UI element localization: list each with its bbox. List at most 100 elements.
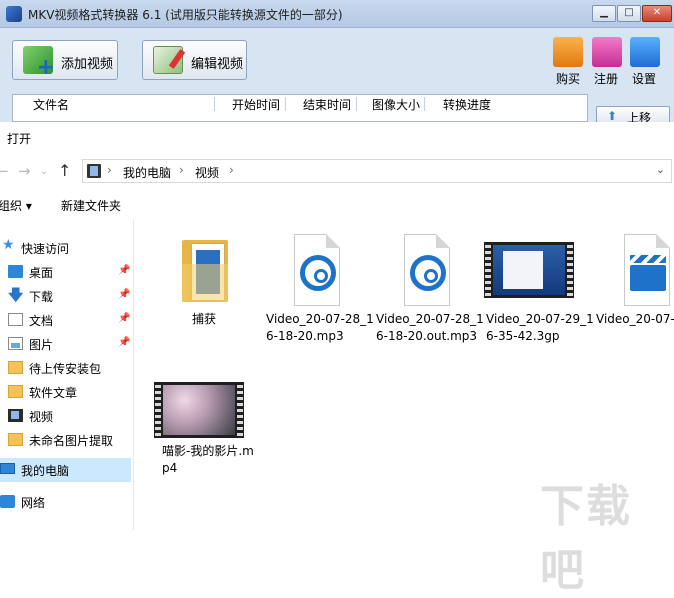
nav-documents[interactable]: 文档 📌 bbox=[0, 308, 131, 332]
file-name: Video_20-07-28_16-18-20.mp3 bbox=[266, 312, 374, 343]
nav-label: 我的电脑 bbox=[21, 464, 70, 478]
register-label[interactable]: 注册 bbox=[594, 70, 618, 87]
file-item[interactable]: Video_20-07-29_16-35-42.3gp bbox=[480, 222, 594, 343]
folder-icon bbox=[8, 385, 23, 398]
nav-label: 图片 bbox=[29, 338, 54, 352]
watermark-logo: 下载吧 bbox=[540, 481, 632, 596]
star-icon: ★ bbox=[2, 237, 15, 253]
column-separator bbox=[285, 97, 286, 111]
crumb-separator[interactable]: › bbox=[229, 163, 234, 177]
column-start-time[interactable]: 开始时间 bbox=[232, 96, 280, 113]
column-separator bbox=[214, 97, 215, 111]
forward-arrow-icon[interactable]: → bbox=[18, 162, 31, 180]
file-item[interactable]: Video_20-07-28_16-18-20.out.mp3 bbox=[370, 222, 484, 343]
crumb-videos[interactable]: 视频 bbox=[195, 164, 219, 181]
nav-folder-upload[interactable]: 待上传安装包 bbox=[0, 356, 131, 380]
navigation-bar: ← → ⌄ ↑ › 我的电脑 › 视频 › ⌄ bbox=[0, 158, 674, 186]
file-item[interactable]: Video_20-07-29_16-35-42.avi bbox=[590, 222, 674, 342]
pin-icon[interactable]: 📌 bbox=[118, 337, 130, 348]
nav-label: 软件文章 bbox=[29, 386, 78, 400]
folder-icon bbox=[8, 361, 23, 374]
column-separator bbox=[424, 97, 425, 111]
crumb-my-computer[interactable]: 我的电脑 bbox=[123, 164, 171, 181]
new-folder-button[interactable]: 新建文件夹 bbox=[61, 197, 121, 214]
cart-icon[interactable] bbox=[553, 37, 583, 67]
nav-folder-articles[interactable]: 软件文章 bbox=[0, 380, 131, 404]
recent-dropdown-icon[interactable]: ⌄ bbox=[40, 166, 48, 177]
edit-video-button[interactable]: 编辑视频 bbox=[142, 40, 247, 80]
network-icon bbox=[0, 495, 15, 508]
settings-label[interactable]: 设置 bbox=[632, 70, 656, 87]
title-bar: MKV视频格式转换器 6.1 (试用版只能转换源文件的一部分) ▁ □ ✕ bbox=[0, 0, 674, 28]
video-file-icon bbox=[610, 234, 674, 306]
video-thumbnail bbox=[484, 234, 578, 306]
column-separator bbox=[356, 97, 357, 111]
settings-icon[interactable] bbox=[630, 37, 660, 67]
file-name: 捕获 bbox=[191, 312, 216, 326]
address-bar[interactable]: › 我的电脑 › 视频 › ⌄ bbox=[82, 159, 672, 183]
file-item[interactable]: 喵影-我的影片.mp4 bbox=[148, 370, 260, 490]
nav-label: 待上传安装包 bbox=[29, 362, 102, 376]
file-item[interactable]: 捕获 bbox=[148, 222, 260, 342]
lock-icon[interactable] bbox=[592, 37, 622, 67]
converter-window: MKV视频格式转换器 6.1 (试用版只能转换源文件的一部分) ▁ □ ✕ 添加… bbox=[0, 0, 674, 126]
up-arrow-icon: ⬆ bbox=[607, 109, 618, 123]
nav-quick-access[interactable]: ★ 快速访问 bbox=[0, 236, 131, 260]
nav-label: 网络 bbox=[21, 496, 46, 510]
organize-menu[interactable]: 组织 ▾ bbox=[0, 197, 32, 214]
maximize-button[interactable]: □ bbox=[617, 5, 641, 22]
folder-icon bbox=[8, 433, 23, 446]
file-name: Video_20-07-28_16-18-20.out.mp3 bbox=[376, 312, 484, 343]
column-image-size[interactable]: 图像大小 bbox=[372, 96, 420, 113]
video-library-icon bbox=[87, 164, 101, 178]
up-level-icon[interactable]: ↑ bbox=[58, 161, 71, 180]
nav-folder-extract[interactable]: 未命名图片提取 bbox=[0, 428, 131, 452]
file-list-header: 文件名 开始时间 结束时间 图像大小 转换进度 bbox=[12, 94, 588, 122]
nav-network[interactable]: 网络 bbox=[0, 490, 131, 514]
add-video-icon bbox=[23, 46, 55, 80]
audio-file-icon bbox=[280, 234, 352, 306]
pin-icon[interactable]: 📌 bbox=[118, 289, 130, 300]
crumb-separator[interactable]: › bbox=[107, 163, 112, 177]
command-bar: 组织 ▾ 新建文件夹 bbox=[0, 190, 674, 218]
column-end-time[interactable]: 结束时间 bbox=[303, 96, 351, 113]
nav-pictures[interactable]: 图片 📌 bbox=[0, 332, 131, 356]
pictures-icon bbox=[8, 337, 23, 350]
file-name: 喵影-我的影片.mp4 bbox=[162, 444, 254, 475]
minimize-button[interactable]: ▁ bbox=[592, 5, 616, 22]
audio-file-icon bbox=[390, 234, 462, 306]
column-filename[interactable]: 文件名 bbox=[33, 96, 69, 113]
window-title: MKV视频格式转换器 6.1 (试用版只能转换源文件的一部分) bbox=[28, 8, 343, 22]
video-folder-icon bbox=[8, 409, 23, 422]
pin-icon[interactable]: 📌 bbox=[118, 265, 130, 276]
app-icon bbox=[6, 6, 22, 22]
column-progress[interactable]: 转换进度 bbox=[443, 96, 491, 113]
nav-my-computer[interactable]: 我的电脑 bbox=[0, 458, 131, 482]
chevron-down-icon: ▾ bbox=[25, 199, 32, 213]
navigation-pane: ★ 快速访问 桌面 📌 🡇 下载 📌 文档 📌 图片 📌 待上传安装包 软件文章… bbox=[0, 219, 134, 530]
crumb-separator[interactable]: › bbox=[179, 163, 184, 177]
desktop-icon bbox=[8, 265, 23, 278]
nav-desktop[interactable]: 桌面 📌 bbox=[0, 260, 131, 284]
computer-icon bbox=[0, 463, 15, 474]
nav-label: 桌面 bbox=[29, 266, 54, 280]
nav-label: 视频 bbox=[29, 410, 54, 424]
download-icon: 🡇 bbox=[8, 286, 24, 304]
nav-label: 未命名图片提取 bbox=[29, 434, 114, 448]
nav-downloads[interactable]: 🡇 下载 📌 bbox=[0, 284, 131, 308]
open-file-dialog: 打开 ← → ⌄ ↑ › 我的电脑 › 视频 › ⌄ 组织 ▾ 新建文件夹 ★ … bbox=[0, 122, 674, 530]
file-item[interactable]: Video_20-07-28_16-18-20.mp3 bbox=[260, 222, 374, 343]
nav-label: 文档 bbox=[29, 314, 54, 328]
file-name: Video_20-07-29_16-35-42.avi bbox=[596, 312, 674, 326]
nav-videos[interactable]: 视频 bbox=[0, 404, 131, 428]
organize-label: 组织 bbox=[0, 199, 23, 213]
document-icon bbox=[8, 313, 23, 326]
back-arrow-icon[interactable]: ← bbox=[0, 162, 9, 180]
pin-icon[interactable]: 📌 bbox=[118, 313, 130, 324]
address-dropdown-icon[interactable]: ⌄ bbox=[656, 163, 665, 176]
buy-label[interactable]: 购买 bbox=[556, 70, 580, 87]
add-video-button[interactable]: 添加视频 bbox=[12, 40, 118, 80]
folder-icon bbox=[168, 234, 240, 306]
file-name: Video_20-07-29_16-35-42.3gp bbox=[486, 312, 594, 343]
close-button[interactable]: ✕ bbox=[642, 5, 672, 22]
